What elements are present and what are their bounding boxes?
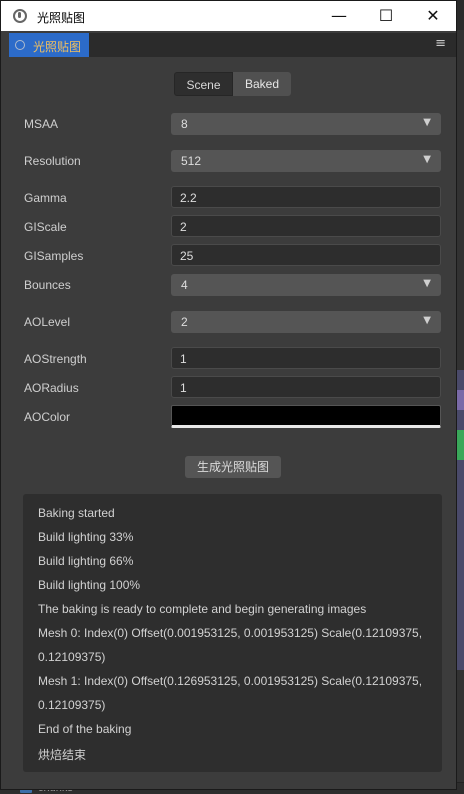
msaa-value: 8 (181, 117, 188, 131)
mode-switch: Scene Baked (174, 72, 291, 96)
chevron-down-icon: ▼ (423, 278, 431, 289)
chevron-down-icon: ▼ (423, 315, 431, 326)
log-line: The baking is ready to complete and begi… (38, 602, 367, 616)
gisamples-input[interactable]: 25 (171, 244, 441, 266)
scene-tab-button[interactable]: Scene (174, 72, 233, 96)
generate-lightmap-button[interactable]: 生成光照贴图 (185, 456, 281, 478)
aoradius-input[interactable]: 1 (171, 376, 441, 398)
log-line: End of the baking (38, 722, 132, 736)
log-line: Build lighting 66% (38, 554, 134, 568)
lightmap-panel: Scene Baked MSAA 8 ▼ Resolution 512 ▼ Ga… (9, 57, 456, 789)
log-line: 0.12109375) (38, 650, 106, 664)
bounces-value: 4 (181, 278, 188, 292)
maximize-button[interactable]: ☐ (363, 1, 409, 31)
aoradius-label: AORadius (24, 381, 79, 395)
title-bar: 光照贴图 — ☐ ✕ (1, 1, 456, 31)
menu-icon[interactable]: ≡ (435, 36, 446, 51)
aostrength-value: 1 (180, 352, 187, 366)
aocolor-label: AOColor (24, 410, 71, 424)
background-scene-view (457, 30, 464, 794)
aolevel-label: AOLevel (24, 315, 71, 329)
giscale-input[interactable]: 2 (171, 215, 441, 237)
giscale-value: 2 (180, 220, 187, 234)
chevron-down-icon: ▼ (423, 154, 431, 165)
log-line: 0.12109375) (38, 698, 106, 712)
bounces-label: Bounces (24, 278, 71, 292)
tab-label: 光照贴图 (33, 40, 82, 54)
aoradius-value: 1 (180, 381, 187, 395)
aolevel-value: 2 (181, 315, 188, 329)
aostrength-input[interactable]: 1 (171, 347, 441, 369)
bake-log: Baking started Build lighting 33% Build … (23, 494, 442, 772)
gamma-label: Gamma (24, 191, 67, 205)
baked-tab-button[interactable]: Baked (233, 72, 291, 96)
log-line: Mesh 0: Index(0) Offset(0.001953125, 0.0… (38, 626, 423, 640)
minimize-button[interactable]: — (316, 1, 362, 31)
log-line: 烘焙结束 (38, 748, 87, 762)
log-line: Baking started (38, 506, 115, 520)
chevron-down-icon: ▼ (423, 117, 431, 128)
window-title: 光照贴图 (37, 11, 86, 25)
close-button[interactable]: ✕ (410, 1, 456, 31)
gamma-value: 2.2 (180, 191, 197, 205)
msaa-select[interactable]: 8 ▼ (171, 113, 441, 135)
log-line: Build lighting 100% (38, 578, 141, 592)
resolution-select[interactable]: 512 ▼ (171, 150, 441, 172)
resolution-value: 512 (181, 154, 202, 168)
aocolor-swatch[interactable] (171, 405, 441, 428)
gamma-input[interactable]: 2.2 (171, 186, 441, 208)
aostrength-label: AOStrength (24, 352, 87, 366)
msaa-label: MSAA (24, 117, 59, 131)
log-line: Build lighting 33% (38, 530, 134, 544)
gisamples-value: 25 (180, 249, 194, 263)
log-line: Mesh 1: Index(0) Offset(0.126953125, 0.0… (38, 674, 423, 688)
giscale-label: GIScale (24, 220, 67, 234)
gisamples-label: GISamples (24, 249, 84, 263)
aolevel-select[interactable]: 2 ▼ (171, 311, 441, 333)
resolution-label: Resolution (24, 154, 81, 168)
lightmap-icon (15, 40, 25, 50)
panel-tab-strip: 光照贴图 ≡ (9, 33, 456, 57)
bounces-select[interactable]: 4 ▼ (171, 274, 441, 296)
lightmap-window: 光照贴图 — ☐ ✕ 光照贴图 ≡ Scene Baked MSAA 8 ▼ R… (0, 0, 457, 790)
tab-lightmap[interactable]: 光照贴图 (9, 33, 89, 57)
app-logo-icon (13, 9, 27, 23)
